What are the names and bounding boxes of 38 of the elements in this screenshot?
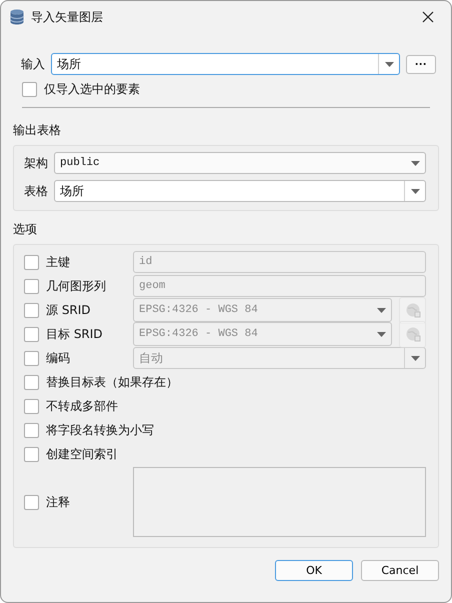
database-icon (10, 9, 24, 25)
table-dropdown[interactable]: 场所 (54, 180, 426, 202)
close-icon (422, 11, 434, 23)
checkbox[interactable] (24, 446, 39, 462)
dropdown-arrow-icon (410, 188, 420, 194)
option-label: 不转成多部件 (46, 398, 118, 414)
dropdown-arrow-icon (376, 308, 386, 312)
schema-label: 架构 (24, 154, 48, 172)
option-label: 目标 SRID (46, 326, 104, 342)
globe-icon[interactable] (399, 320, 426, 348)
globe-icon[interactable] (399, 296, 426, 324)
input-label: 输入 (21, 56, 45, 72)
dialog-button[interactable]: Cancel (361, 560, 439, 581)
option-label: 创建空间索引 (46, 446, 118, 462)
table-label: 表格 (24, 182, 48, 200)
checkbox[interactable] (24, 374, 39, 390)
checkbox[interactable] (22, 82, 37, 96)
schema-dropdown[interactable]: public (54, 152, 426, 174)
dialog-button[interactable]: OK (275, 560, 353, 581)
browse-button[interactable]: ··· (406, 54, 436, 74)
option-label: 几何图形列 (46, 278, 107, 294)
option-label: 注释 (46, 494, 71, 510)
checkbox[interactable] (24, 422, 39, 438)
option-label: 主键 (46, 254, 71, 270)
dropdown-arrow-icon (410, 356, 420, 360)
window-title: 导入矢量图层 (31, 8, 104, 26)
checkbox[interactable] (24, 398, 39, 414)
option-label: 源 SRID (46, 302, 92, 318)
dropdown-arrow-icon (410, 160, 420, 166)
checkbox-label: 仅导入选中的要素 (44, 80, 140, 98)
option-label: 编码 (46, 350, 71, 366)
input-dropdown[interactable]: 场所 (51, 53, 400, 75)
section-title: 选项 (13, 221, 38, 238)
section-title: 输出表格 (13, 122, 62, 139)
option-label: 将字段名转换为小写 (46, 422, 154, 438)
dropdown-arrow-icon (376, 332, 386, 336)
dropdown-arrow-icon (384, 62, 394, 66)
option-label: 替换目标表（如果存在） (46, 374, 178, 390)
